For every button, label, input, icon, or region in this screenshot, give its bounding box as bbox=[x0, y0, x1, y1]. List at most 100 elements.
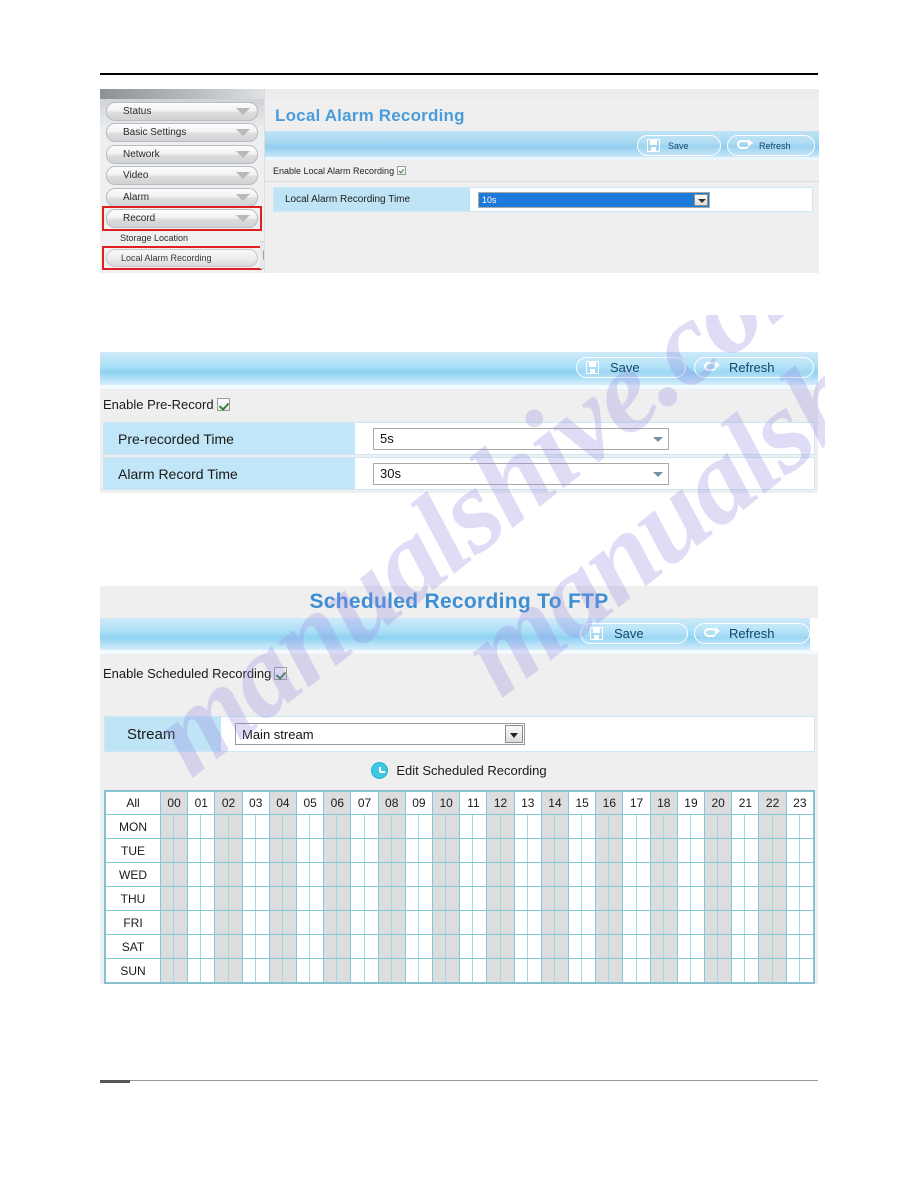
schedule-half-hour-cell[interactable] bbox=[324, 935, 338, 958]
schedule-half-hour-cell[interactable] bbox=[623, 935, 637, 958]
schedule-half-hour-cell[interactable] bbox=[419, 935, 432, 958]
sidebar-item-status[interactable]: Status bbox=[106, 102, 258, 121]
chevron-down-icon[interactable] bbox=[651, 432, 666, 447]
schedule-half-hour-cell[interactable] bbox=[515, 935, 528, 958]
schedule-half-hour-cell[interactable] bbox=[297, 911, 311, 934]
schedule-half-hour-cell[interactable] bbox=[678, 863, 691, 886]
schedule-half-hour-cell[interactable] bbox=[270, 863, 283, 886]
schedule-half-hour-cell[interactable] bbox=[528, 911, 541, 934]
schedule-half-hour-cell[interactable] bbox=[379, 815, 392, 838]
schedule-hour-header[interactable]: 10 bbox=[432, 791, 461, 815]
schedule-cell[interactable] bbox=[595, 910, 624, 935]
schedule-half-hour-cell[interactable] bbox=[392, 887, 405, 910]
schedule-half-hour-cell[interactable] bbox=[174, 839, 187, 862]
schedule-half-hour-cell[interactable] bbox=[637, 863, 650, 886]
schedule-cell[interactable] bbox=[187, 934, 216, 959]
schedule-cell[interactable] bbox=[568, 814, 597, 839]
schedule-cell[interactable] bbox=[377, 838, 406, 863]
schedule-cell[interactable] bbox=[622, 838, 651, 863]
schedule-half-hour-cell[interactable] bbox=[555, 863, 568, 886]
schedule-hour-header[interactable]: 07 bbox=[350, 791, 379, 815]
schedule-half-hour-cell[interactable] bbox=[243, 911, 256, 934]
schedule-half-hour-cell[interactable] bbox=[705, 863, 719, 886]
schedule-half-hour-cell[interactable] bbox=[678, 839, 691, 862]
schedule-half-hour-cell[interactable] bbox=[582, 863, 595, 886]
schedule-half-hour-cell[interactable] bbox=[201, 863, 214, 886]
schedule-cell[interactable] bbox=[241, 958, 270, 983]
schedule-cell[interactable] bbox=[377, 886, 406, 911]
alarm-record-time-select[interactable]: 30s bbox=[373, 462, 669, 485]
enable-scheduled-recording-checkbox[interactable] bbox=[274, 667, 288, 680]
schedule-half-hour-cell[interactable] bbox=[297, 839, 311, 862]
schedule-half-hour-cell[interactable] bbox=[759, 839, 773, 862]
schedule-half-hour-cell[interactable] bbox=[256, 935, 269, 958]
schedule-half-hour-cell[interactable] bbox=[637, 887, 650, 910]
schedule-cell[interactable] bbox=[268, 838, 298, 863]
schedule-cell[interactable] bbox=[241, 814, 270, 839]
schedule-half-hour-cell[interactable] bbox=[759, 815, 773, 838]
schedule-half-hour-cell[interactable] bbox=[515, 815, 528, 838]
schedule-half-hour-cell[interactable] bbox=[759, 935, 773, 958]
schedule-half-hour-cell[interactable] bbox=[419, 815, 432, 838]
schedule-half-hour-cell[interactable] bbox=[569, 959, 583, 982]
schedule-cell[interactable] bbox=[622, 814, 651, 839]
schedule-cell[interactable] bbox=[404, 958, 434, 983]
schedule-half-hour-cell[interactable] bbox=[623, 911, 637, 934]
schedule-cell[interactable] bbox=[187, 886, 216, 911]
schedule-cell[interactable] bbox=[704, 886, 733, 911]
schedule-cell[interactable] bbox=[785, 958, 815, 983]
schedule-cell[interactable] bbox=[622, 958, 651, 983]
schedule-half-hour-cell[interactable] bbox=[569, 815, 583, 838]
schedule-half-hour-cell[interactable] bbox=[678, 815, 691, 838]
schedule-half-hour-cell[interactable] bbox=[419, 887, 432, 910]
schedule-day-label[interactable]: TUE bbox=[105, 838, 161, 863]
schedule-half-hour-cell[interactable] bbox=[188, 935, 202, 958]
schedule-half-hour-cell[interactable] bbox=[800, 935, 813, 958]
schedule-half-hour-cell[interactable] bbox=[215, 815, 229, 838]
schedule-half-hour-cell[interactable] bbox=[419, 863, 432, 886]
schedule-half-hour-cell[interactable] bbox=[161, 911, 175, 934]
schedule-cell[interactable] bbox=[785, 910, 815, 935]
schedule-cell[interactable] bbox=[159, 862, 189, 887]
schedule-half-hour-cell[interactable] bbox=[174, 935, 187, 958]
schedule-cell[interactable] bbox=[513, 958, 542, 983]
schedule-half-hour-cell[interactable] bbox=[337, 863, 350, 886]
schedule-half-hour-cell[interactable] bbox=[460, 911, 474, 934]
schedule-cell[interactable] bbox=[758, 838, 787, 863]
schedule-half-hour-cell[interactable] bbox=[637, 839, 650, 862]
schedule-cell[interactable] bbox=[296, 910, 325, 935]
schedule-day-label[interactable]: MON bbox=[105, 814, 161, 839]
schedule-hour-header[interactable]: 05 bbox=[296, 791, 325, 815]
refresh-button[interactable]: Refresh bbox=[694, 623, 810, 644]
schedule-half-hour-cell[interactable] bbox=[745, 887, 758, 910]
schedule-cell[interactable] bbox=[377, 958, 406, 983]
schedule-half-hour-cell[interactable] bbox=[243, 815, 256, 838]
schedule-grid[interactable]: All 00 01 02 03 04 05 06 07 08 09 10 11 12 13 14 15 16 17… bbox=[104, 790, 815, 984]
schedule-half-hour-cell[interactable] bbox=[732, 815, 746, 838]
schedule-cell[interactable] bbox=[513, 862, 542, 887]
schedule-cell[interactable] bbox=[785, 814, 815, 839]
schedule-half-hour-cell[interactable] bbox=[297, 815, 311, 838]
schedule-half-hour-cell[interactable] bbox=[365, 887, 378, 910]
schedule-half-hour-cell[interactable] bbox=[745, 839, 758, 862]
schedule-half-hour-cell[interactable] bbox=[161, 863, 175, 886]
schedule-half-hour-cell[interactable] bbox=[379, 839, 392, 862]
schedule-half-hour-cell[interactable] bbox=[651, 887, 664, 910]
schedule-hour-header[interactable]: 22 bbox=[758, 791, 787, 815]
schedule-half-hour-cell[interactable] bbox=[188, 815, 202, 838]
sidebar-item-record[interactable]: Record bbox=[106, 209, 258, 228]
schedule-half-hour-cell[interactable] bbox=[473, 959, 486, 982]
schedule-half-hour-cell[interactable] bbox=[515, 839, 528, 862]
schedule-half-hour-cell[interactable] bbox=[705, 911, 719, 934]
schedule-half-hour-cell[interactable] bbox=[569, 935, 583, 958]
schedule-cell[interactable] bbox=[241, 838, 270, 863]
schedule-cell[interactable] bbox=[214, 814, 243, 839]
schedule-half-hour-cell[interactable] bbox=[392, 839, 405, 862]
schedule-half-hour-cell[interactable] bbox=[678, 935, 691, 958]
schedule-cell[interactable] bbox=[268, 862, 298, 887]
schedule-half-hour-cell[interactable] bbox=[379, 935, 392, 958]
schedule-cell[interactable] bbox=[432, 814, 461, 839]
schedule-half-hour-cell[interactable] bbox=[787, 839, 800, 862]
schedule-half-hour-cell[interactable] bbox=[283, 815, 296, 838]
schedule-half-hour-cell[interactable] bbox=[324, 911, 338, 934]
